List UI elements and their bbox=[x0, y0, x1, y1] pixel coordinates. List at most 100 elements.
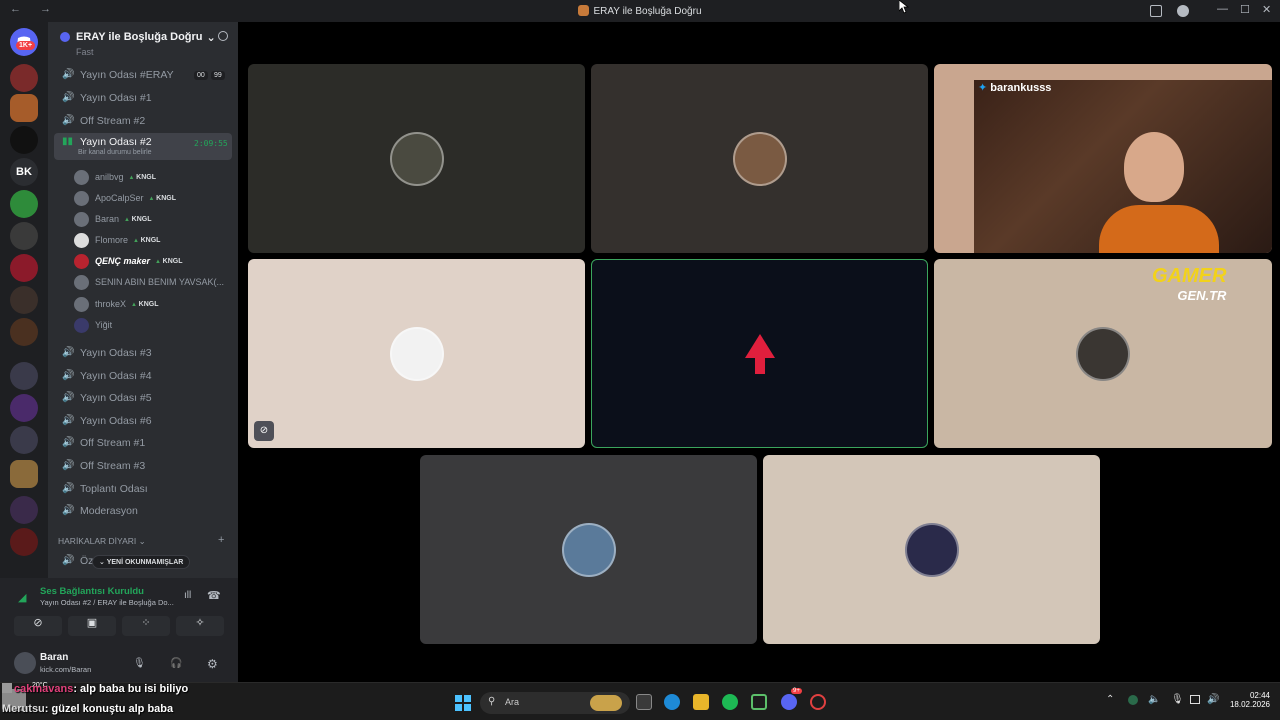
server-folder[interactable] bbox=[10, 362, 38, 390]
microphone-icon[interactable]: 🎙 bbox=[133, 658, 146, 669]
participant-avatar bbox=[389, 131, 444, 186]
voice-user[interactable]: throkeXKNGL bbox=[74, 294, 158, 314]
gamer-watermark: GAMER GEN.TR bbox=[1152, 265, 1227, 303]
channel-off-2[interactable]: 🔊 Off Stream #2 bbox=[54, 110, 232, 132]
channel-off-1[interactable]: 🔊 Off Stream #1 bbox=[54, 432, 232, 454]
noise-icon[interactable]: ıll bbox=[184, 590, 191, 601]
server-avatar-active[interactable] bbox=[10, 94, 38, 122]
user-avatar[interactable] bbox=[14, 652, 36, 674]
participant-tile[interactable] bbox=[248, 64, 585, 253]
speaker-icon: 🔊 bbox=[62, 392, 75, 403]
participant-tile-speaking[interactable] bbox=[591, 259, 928, 448]
search-icon: ⚲ bbox=[488, 696, 496, 707]
server-avatar[interactable] bbox=[10, 460, 38, 488]
channel-yayin-4[interactable]: 🔊 Yayın Odası #4 bbox=[54, 365, 232, 387]
server-avatar-bk[interactable]: BK bbox=[10, 158, 38, 186]
camera-off-icon: ⊘ bbox=[33, 617, 43, 629]
invite-icon[interactable] bbox=[218, 31, 228, 41]
channel-label: Off Stream #1 bbox=[80, 437, 146, 449]
server-folder[interactable] bbox=[10, 426, 38, 454]
maximize-button[interactable]: ☐ bbox=[1240, 3, 1250, 16]
avatar bbox=[74, 190, 89, 206]
speaker-tray-icon[interactable]: 🔊 bbox=[1207, 694, 1219, 705]
channel-toplanti[interactable]: 🔊 Toplantı Odası bbox=[54, 478, 232, 500]
chevron-down-icon[interactable]: ⌄ bbox=[207, 31, 216, 44]
task-view-icon[interactable] bbox=[636, 694, 652, 710]
tray-app-icon[interactable] bbox=[1128, 695, 1138, 705]
voice-user[interactable]: anilbvgKNGL bbox=[74, 167, 156, 187]
participant-tile[interactable] bbox=[763, 455, 1100, 644]
avatar bbox=[74, 169, 89, 185]
discord-taskbar-icon[interactable] bbox=[781, 694, 797, 710]
server-folder[interactable] bbox=[10, 286, 38, 314]
server-avatar[interactable] bbox=[10, 254, 38, 282]
channel-yayin-3[interactable]: 🔊 Yayın Odası #3 bbox=[54, 342, 232, 364]
headphones-icon[interactable]: 🎧 bbox=[170, 658, 182, 669]
channel-yayin-5[interactable]: 🔊 Yayın Odası #5 bbox=[54, 387, 232, 409]
window-titlebar: ← → ERAY ile Boşluğa Doğru — ☐ ✕ bbox=[0, 0, 1280, 22]
speaker-icon: 🔊 bbox=[62, 115, 75, 126]
participant-tile[interactable]: ⊘ bbox=[248, 259, 585, 448]
window-title: ERAY ile Boşluğa Doğru bbox=[0, 5, 1280, 17]
close-button[interactable]: ✕ bbox=[1262, 3, 1271, 16]
voice-user[interactable]: SENIN ABIN BENIM YAVSAK(... bbox=[74, 272, 224, 292]
voice-status[interactable]: Ses Bağlantısı Kuruldu bbox=[40, 586, 144, 597]
mouse-cursor-icon bbox=[899, 0, 909, 14]
soundboard-button[interactable]: ✧ bbox=[176, 616, 224, 636]
channel-label: Toplantı Odası bbox=[80, 483, 148, 495]
screen-share-button[interactable]: ▣ bbox=[68, 616, 116, 636]
inbox-icon[interactable] bbox=[1150, 5, 1162, 17]
category-header[interactable]: HARİKALAR DİYARI ⌄ bbox=[58, 536, 146, 547]
server-folder[interactable] bbox=[10, 496, 38, 524]
voice-user[interactable]: BaranKNGL bbox=[74, 209, 151, 229]
video-grid: ✦ barankusss ⊘ GAMER GEN.TR bbox=[238, 22, 1280, 682]
voice-user[interactable]: ApoCalpSerKNGL bbox=[74, 188, 176, 208]
channel-yayin-6[interactable]: 🔊 Yayın Odası #6 bbox=[54, 410, 232, 432]
server-folder[interactable] bbox=[10, 528, 38, 556]
disconnect-icon[interactable]: ☎ bbox=[207, 589, 221, 602]
add-channel-button[interactable]: + bbox=[218, 534, 224, 546]
tray-chevron-icon[interactable]: ⌃ bbox=[1106, 694, 1114, 705]
unread-pill[interactable]: ⌄ YENİ OKUNMAMIŞLAR bbox=[92, 555, 191, 569]
participant-tile[interactable]: GAMER GEN.TR bbox=[934, 259, 1272, 448]
voice-panel: ◢ Ses Bağlantısı Kuruldu Yayın Odası #2 … bbox=[0, 578, 238, 682]
mic-tray-icon[interactable]: 🎙 bbox=[1171, 694, 1184, 705]
app-icon[interactable] bbox=[751, 694, 767, 710]
server-folder[interactable] bbox=[10, 394, 38, 422]
settings-gear-icon[interactable]: ⚙ bbox=[207, 657, 218, 671]
channel-off-3[interactable]: 🔊 Off Stream #3 bbox=[54, 455, 232, 477]
spotify-icon[interactable] bbox=[722, 694, 738, 710]
minimize-button[interactable]: — bbox=[1217, 3, 1228, 15]
channel-yayin-2-active[interactable]: ▮▮ Yayın Odası #2 2:09:55 Bir kanal durum… bbox=[54, 133, 232, 160]
stream-tile[interactable]: ✦ barankusss bbox=[934, 64, 1272, 253]
help-icon[interactable] bbox=[1177, 5, 1189, 17]
user-name[interactable]: Baran bbox=[40, 652, 68, 663]
channel-yayin-1[interactable]: 🔊 Yayın Odası #1 bbox=[54, 87, 232, 109]
participant-tile[interactable] bbox=[591, 64, 928, 253]
server-avatar[interactable] bbox=[10, 190, 38, 218]
server-folder[interactable] bbox=[10, 318, 38, 346]
file-explorer-icon[interactable] bbox=[693, 694, 709, 710]
browser-icon[interactable] bbox=[810, 694, 826, 710]
clock[interactable]: 02:44 18.02.2026 bbox=[1226, 691, 1270, 709]
server-avatar[interactable] bbox=[10, 222, 38, 250]
voice-location[interactable]: Yayın Odası #2 / ERAY ile Boşluğa Do... bbox=[40, 598, 174, 607]
channel-status[interactable]: Bir kanal durumu belirle bbox=[78, 149, 152, 156]
volume-icon[interactable]: 🔈 bbox=[1148, 694, 1160, 705]
participant-tile[interactable] bbox=[420, 455, 757, 644]
channel-moderasyon[interactable]: 🔊 Moderasyon bbox=[54, 500, 232, 522]
edge-icon[interactable] bbox=[664, 694, 680, 710]
camera-button[interactable]: ⊘ bbox=[14, 616, 62, 636]
voice-user[interactable]: FlomoreKNGL⌿⌀ bbox=[74, 230, 160, 250]
server-avatar[interactable] bbox=[10, 126, 38, 154]
server-avatar[interactable] bbox=[10, 64, 38, 92]
taskbar-search[interactable]: ⚲ Ara bbox=[480, 692, 630, 714]
user-subtext: kick.com/Baran bbox=[40, 665, 92, 674]
voice-user[interactable]: QENÇ makerKNGL bbox=[74, 251, 182, 271]
voice-user[interactable]: Yiğit bbox=[74, 315, 112, 335]
server-name: ERAY ile Boşluğa Doğru bbox=[76, 31, 203, 43]
channel-yayin-eray[interactable]: 🔊 Yayın Odası #ERAY 00 99 bbox=[54, 64, 232, 86]
display-icon[interactable] bbox=[1190, 695, 1200, 704]
activities-button[interactable]: ⁘ bbox=[122, 616, 170, 636]
server-badge-icon bbox=[60, 32, 70, 42]
